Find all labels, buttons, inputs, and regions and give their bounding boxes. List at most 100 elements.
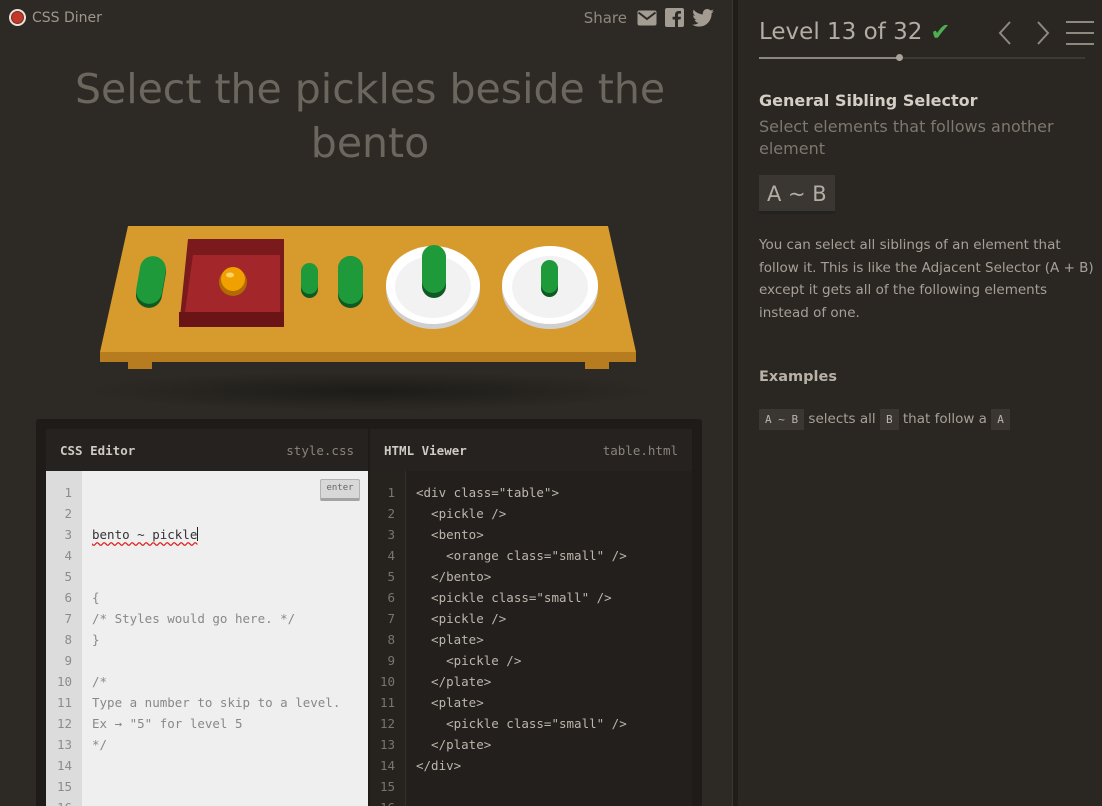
example: A ~ B selects all B that follow a A [759, 408, 1010, 430]
level-nav [988, 16, 1102, 50]
bento[interactable] [179, 239, 284, 327]
css-static-lines: {/* Styles would go here. */} /* Type a n… [92, 587, 368, 755]
code-line: } [92, 632, 100, 647]
code-line: */ [92, 737, 108, 752]
selector-title: Select elements that follows another ele… [759, 117, 1054, 158]
line-number: 4 [64, 548, 72, 563]
code-line: /* Styles would go here. */ [92, 611, 296, 626]
line-number: 1 [64, 485, 72, 500]
line-number: 6 [387, 590, 395, 605]
code-line: /* [92, 674, 108, 689]
table-edge [100, 352, 636, 362]
code-line: Type a number to skip to a level. [92, 695, 341, 710]
line-number: 12 [379, 716, 395, 731]
css-editor-header: CSS Editor style.css [46, 429, 368, 471]
line-number: 2 [64, 506, 72, 521]
html-code: <div class="table"> <pickle /> <bento> <… [406, 471, 692, 806]
plate-1[interactable] [386, 245, 480, 329]
line-number: 6 [64, 590, 72, 605]
logo-icon [9, 9, 26, 26]
facebook-icon[interactable] [665, 8, 684, 27]
line-number: 10 [379, 674, 395, 689]
code-line: <bento> [416, 527, 484, 542]
twitter-icon[interactable] [692, 8, 714, 27]
table-leg-right [585, 361, 609, 369]
level-header: Level 13 of 32 ✔ [759, 18, 950, 46]
css-editor-filename: style.css [286, 442, 354, 458]
code-line: <pickle /> [416, 506, 507, 521]
code-line: <pickle class="small" /> [416, 590, 612, 605]
line-number: 15 [379, 779, 395, 794]
line-number: 9 [387, 653, 395, 668]
code-line: <pickle class="small" /> [416, 716, 627, 731]
code-line: <pickle /> [416, 611, 507, 626]
line-number: 8 [387, 632, 395, 647]
share-label: Share [583, 8, 627, 27]
pickle-on-plate[interactable] [422, 245, 446, 298]
line-number: 16 [370, 797, 395, 806]
line-number: 16 [46, 797, 72, 806]
menu-icon[interactable] [1060, 16, 1102, 50]
share-bar: Share [584, 8, 714, 27]
code-line: </plate> [416, 674, 492, 689]
order-instruction: Select the pickles beside the bento [74, 65, 666, 167]
line-number: 14 [379, 758, 395, 773]
examples-title: Examples [759, 369, 837, 385]
email-icon[interactable] [637, 10, 657, 26]
next-level-icon[interactable] [1024, 16, 1060, 50]
plate-2[interactable] [502, 246, 598, 329]
example-text: selects all [808, 411, 876, 427]
html-viewer-pane: HTML Viewer table.html 1 2 3 4 5 6 7 8 9 10 11 12 13… [370, 429, 692, 806]
line-number: 10 [56, 674, 72, 689]
code-line: <plate> [416, 632, 484, 647]
css-line-numbers: 12345678910111213141516 [46, 471, 82, 806]
line-number: 4 [387, 548, 395, 563]
editor: CSS Editor style.css 1 2 3 4 5 6 7 8 9 10 11 12 13 14… [36, 419, 702, 806]
prev-level-icon[interactable] [988, 16, 1024, 50]
code-line: <div class="table"> [416, 485, 559, 500]
table-shadow [80, 371, 660, 411]
css-input[interactable]: bento ~ pickle [92, 524, 368, 545]
progress-fill [759, 57, 900, 59]
dining-table [80, 226, 660, 411]
css-editor-title: CSS Editor [60, 442, 136, 458]
code-line: Ex → "5" for level 5 [92, 716, 243, 731]
line-number: 2 [387, 506, 395, 521]
game-panel: CSS Diner Share Select the pickles besid… [0, 0, 732, 806]
html-viewer-title: HTML Viewer [384, 442, 467, 458]
check-icon: ✔ [930, 18, 951, 46]
enter-button[interactable]: enter [320, 479, 360, 501]
selector-name: General Sibling Selector [759, 91, 978, 110]
html-viewer-body: 12345678910111213141516 <div class="tabl… [370, 471, 692, 806]
css-editor-pane: CSS Editor style.css 1 2 3 4 5 6 7 8 9 10 11 12 13 14… [46, 429, 368, 806]
pickle-2[interactable] [338, 256, 363, 308]
example-code: A ~ B [759, 408, 805, 430]
logo-text: CSS Diner [32, 9, 102, 26]
html-viewer-filename: table.html [602, 442, 678, 458]
code-line: </bento> [416, 569, 492, 584]
table-leg-left [128, 361, 152, 369]
css-input-value[interactable]: bento ~ pickle [92, 527, 197, 542]
selector-syntax: A ~ B [759, 175, 835, 214]
line-number: 15 [56, 779, 72, 794]
line-number: 7 [64, 611, 72, 626]
html-line-numbers: 12345678910111213141516 [370, 471, 406, 806]
line-number: 13 [56, 737, 72, 752]
line-number: 7 [387, 611, 395, 626]
logo[interactable]: CSS Diner [9, 9, 102, 26]
html-viewer-header: HTML Viewer table.html [370, 429, 692, 471]
line-number: 11 [379, 695, 395, 710]
progress-marker [896, 54, 904, 61]
code-line: <pickle /> [416, 653, 522, 668]
css-code: bento ~ pickle {/* Styles would go here.… [82, 471, 368, 806]
pickle-small[interactable] [301, 263, 318, 298]
selector-hint: You can select all siblings of an elemen… [759, 237, 1094, 321]
text-cursor [197, 527, 199, 541]
line-number: 5 [387, 569, 395, 584]
line-number: 14 [56, 758, 72, 773]
line-number: 9 [64, 653, 72, 668]
sidebar: Level 13 of 32 ✔ General Sibling Selecto… [738, 0, 1102, 806]
pickle-small-on-plate[interactable] [541, 260, 558, 297]
css-editor-body: 12345678910111213141516 bento ~ pickle {… [46, 471, 368, 806]
